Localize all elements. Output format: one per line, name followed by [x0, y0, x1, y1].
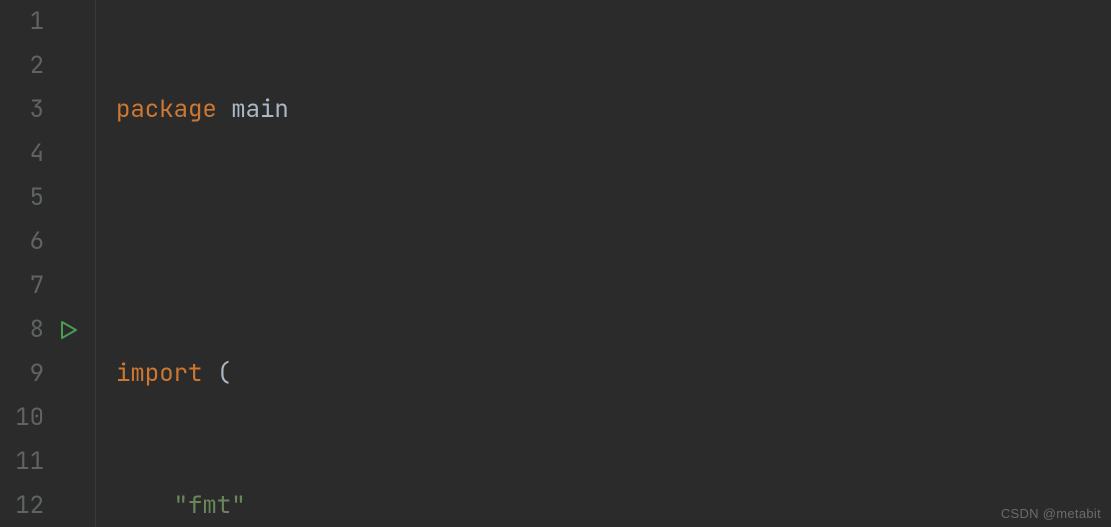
line-number: 11 — [0, 440, 48, 484]
line-number: 2 — [0, 44, 48, 88]
code-line: import ( — [116, 352, 980, 396]
watermark: CSDN @metabit — [1001, 506, 1101, 521]
line-number: 4 — [0, 132, 48, 176]
gutter: 1 2 3 4 5 6 7 8 9 10 11 12 — [0, 0, 96, 527]
line-number: 1 — [0, 0, 48, 44]
code-editor[interactable]: 1 2 3 4 5 6 7 8 9 10 11 12 package main … — [0, 0, 1111, 527]
line-number: 9 — [0, 352, 48, 396]
code-area[interactable]: package main import ( "fmt" "unsafe" ) f… — [96, 0, 980, 527]
line-number: 3 — [0, 88, 48, 132]
code-line: "fmt" — [116, 484, 980, 527]
line-number: 5 — [0, 176, 48, 220]
line-number: 12 — [0, 484, 48, 527]
line-number: 7 — [0, 264, 48, 308]
code-line: package main — [116, 88, 980, 132]
line-number: 10 — [0, 396, 48, 440]
code-line — [116, 220, 980, 264]
line-number: 6 — [0, 220, 48, 264]
line-number: 8 — [0, 308, 48, 352]
run-icon[interactable] — [48, 320, 88, 340]
